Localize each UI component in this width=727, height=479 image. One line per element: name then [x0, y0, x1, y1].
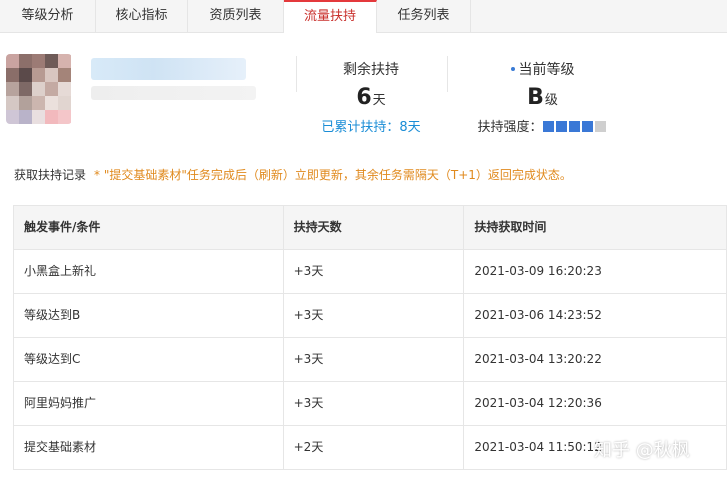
record-note: * "提交基础素材"任务完成后（刷新）立即更新，其余任务需隔天（T+1）返回完成…	[94, 168, 572, 182]
current-level-title: 当前等级	[470, 59, 615, 79]
table-header-row: 触发事件/条件 扶持天数 扶持获取时间	[14, 206, 727, 250]
tab-bar: 等级分析 核心指标 资质列表 流量扶持 任务列表	[0, 0, 727, 33]
shop-name-blurred	[91, 58, 246, 80]
days-cell: +3天	[284, 338, 465, 381]
table-row: 等级达到B +3天 2021-03-06 14:23:52	[14, 294, 727, 338]
table-row: 等级达到C +3天 2021-03-04 13:20:22	[14, 338, 727, 382]
days-cell: +2天	[284, 426, 465, 469]
time-cell: 2021-03-09 16:20:23	[464, 250, 727, 293]
strength-bar-empty	[594, 121, 606, 132]
shop-info-blurred	[91, 86, 256, 100]
support-strength: 扶持强度：	[470, 116, 615, 135]
current-level-stat: 当前等级 B级 扶持强度：	[470, 59, 615, 135]
days-cell: +3天	[284, 382, 465, 425]
support-strength-label: 扶持强度：	[477, 120, 543, 135]
current-level-label: 当前等级	[518, 62, 575, 78]
event-cell: 小黑盒上新礼	[14, 250, 284, 293]
event-cell: 等级达到B	[14, 294, 284, 337]
support-record-table: 触发事件/条件 扶持天数 扶持获取时间 小黑盒上新礼 +3天 2021-03-0…	[13, 205, 727, 470]
avatar	[6, 54, 72, 124]
record-header: 获取扶持记录 * "提交基础素材"任务完成后（刷新）立即更新，其余任务需隔天（T+…	[14, 166, 572, 183]
event-cell: 等级达到C	[14, 338, 284, 381]
tab-core-metrics[interactable]: 核心指标	[96, 0, 188, 33]
strength-bar-filled	[555, 121, 567, 132]
divider	[447, 56, 448, 92]
remaining-support-stat: 剩余扶持 6天 已累计扶持：8天	[300, 59, 442, 135]
zhihu-watermark: 知乎 @秋枫	[594, 440, 690, 461]
accumulated-support-text: 已累计扶持：8天	[321, 120, 421, 135]
days-cell: +3天	[284, 294, 465, 337]
remaining-days-unit: 天	[372, 93, 386, 108]
remaining-support-title: 剩余扶持	[343, 62, 399, 78]
days-cell: +3天	[284, 250, 465, 293]
strength-bar-filled	[542, 121, 554, 132]
event-cell: 提交基础素材	[14, 426, 284, 469]
table-row: 阿里妈妈推广 +3天 2021-03-04 12:20:36	[14, 382, 727, 426]
remaining-days-number: 6	[356, 85, 372, 110]
time-cell: 2021-03-06 14:23:52	[464, 294, 727, 337]
time-cell: 2021-03-04 13:20:22	[464, 338, 727, 381]
current-level-value: B级	[470, 85, 615, 110]
remaining-support-value: 6天	[300, 85, 442, 110]
strength-bar-filled	[568, 121, 580, 132]
strength-bars	[542, 120, 608, 135]
strength-bar-filled	[581, 121, 593, 132]
event-cell: 阿里妈妈推广	[14, 382, 284, 425]
tab-traffic-support[interactable]: 流量扶持	[284, 0, 377, 33]
shop-profile	[6, 52, 256, 126]
column-header-time: 扶持获取时间	[464, 206, 727, 249]
column-header-event: 触发事件/条件	[14, 206, 284, 249]
tab-level-analysis[interactable]: 等级分析	[0, 0, 96, 33]
level-unit: 级	[544, 93, 558, 108]
column-header-days: 扶持天数	[284, 206, 465, 249]
tab-task-list[interactable]: 任务列表	[377, 0, 471, 33]
time-cell: 2021-03-04 12:20:36	[464, 382, 727, 425]
level-letter: B	[527, 85, 544, 110]
table-row: 小黑盒上新礼 +3天 2021-03-09 16:20:23	[14, 250, 727, 294]
record-title: 获取扶持记录	[14, 168, 87, 182]
tab-qualifications[interactable]: 资质列表	[188, 0, 284, 33]
bullet-dot-icon	[510, 66, 515, 71]
divider	[296, 56, 297, 92]
